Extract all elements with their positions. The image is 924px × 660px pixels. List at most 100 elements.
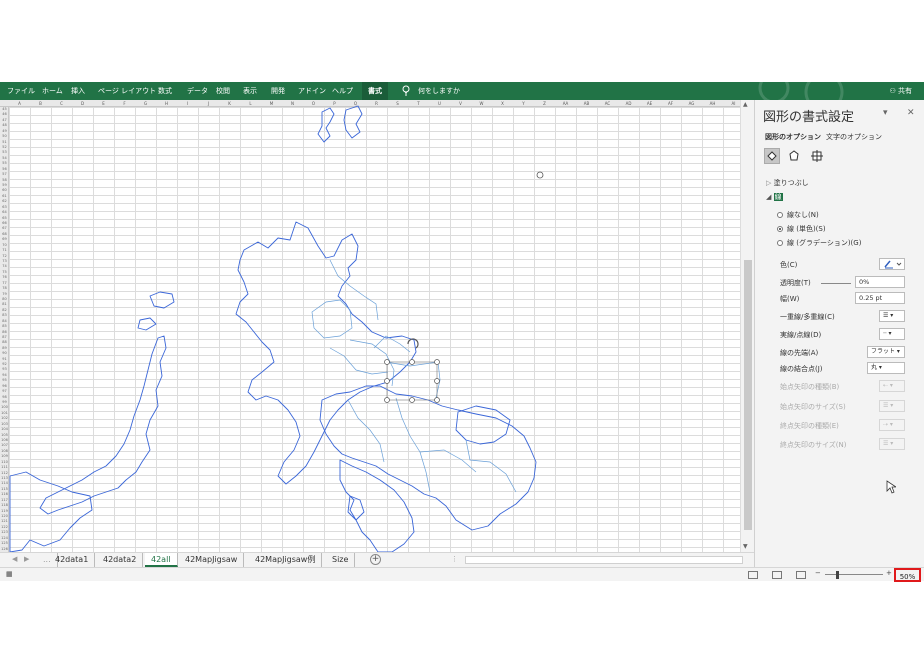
mouse-pointer-icon [886, 480, 896, 494]
compound-type-dropdown[interactable]: ☰ ▾ [879, 310, 905, 322]
sheet-tab-42mapjigsaw-example[interactable]: 42MapJigsaw例 [249, 553, 323, 567]
horizontal-scrollbar[interactable] [465, 556, 743, 564]
tab-shape-options[interactable]: 図形のオプション [765, 132, 821, 142]
tab-insert[interactable]: 挿入 [71, 82, 85, 100]
scroll-up-icon[interactable]: ▲ [743, 101, 748, 108]
zoom-level[interactable]: 50% [894, 568, 921, 582]
map-border-6 [347, 399, 385, 463]
dash-type-dropdown[interactable]: ┈ ▾ [879, 328, 905, 340]
line-color-picker[interactable] [879, 258, 905, 270]
pane-close-icon[interactable]: ✕ [907, 108, 915, 118]
dash-type-label: 実線/点線(D) [780, 331, 822, 339]
worksheet-area[interactable]: A B C D E F G H I J K L M N O P Q R S T U V W X Y Z AA AB AC AD AE AF AG… [0, 100, 754, 552]
radio-gradient-line[interactable]: 線 (グラデーション)(G) [777, 238, 861, 248]
sheet-tab-42all[interactable]: 42all [145, 553, 178, 567]
ribbon-decoration [758, 82, 844, 100]
tell-me-search[interactable]: 何をしますか [418, 82, 460, 100]
map-border-11 [329, 347, 357, 371]
vertical-scroll-thumb[interactable] [744, 260, 752, 530]
zoom-out-button[interactable]: − [815, 569, 821, 577]
sheet-tab-42mapjigsaw[interactable]: 42MapJigsaw [179, 553, 245, 567]
transparency-input[interactable]: 0% [855, 276, 905, 288]
transparency-slider[interactable] [821, 283, 851, 284]
cap-type-label: 線の先端(A) [780, 349, 819, 357]
map-island-north [317, 107, 335, 143]
end-arrow-type-dropdown[interactable]: ⇢ ▾ [879, 419, 905, 431]
pane-title: 図形の書式設定 [763, 110, 855, 125]
rotation-handle-offsheet[interactable] [536, 171, 544, 179]
sheet-tab-bar: ◀ ▶ ... 42data1 42data2 42all 42MapJigsa… [0, 552, 754, 567]
join-type-label: 線の結合点(J) [780, 365, 823, 373]
add-sheet-button[interactable]: + [370, 554, 381, 565]
vertical-scrollbar[interactable]: ▲ ▼ [740, 100, 754, 552]
zoom-slider-thumb[interactable] [836, 571, 839, 579]
tab-splitter-icon[interactable]: ⋮ [451, 555, 458, 563]
cap-type-dropdown[interactable]: フラット ▾ [867, 346, 905, 358]
map-border-7 [395, 397, 477, 473]
width-label: 幅(W) [780, 295, 800, 303]
map-border-1 [311, 299, 353, 339]
tab-help[interactable]: ヘルプ [332, 82, 353, 100]
map-south-coast [339, 459, 415, 552]
tab-formulas[interactable]: 数式 [158, 82, 172, 100]
end-arrow-size-dropdown[interactable]: ☰ ▾ [879, 438, 905, 450]
effects-icon[interactable] [786, 148, 802, 164]
tab-text-options[interactable]: 文字のオプション [826, 132, 882, 142]
tab-review[interactable]: 校閲 [216, 82, 230, 100]
tab-format[interactable]: 書式 [362, 82, 388, 100]
scroll-down-icon[interactable]: ▼ [743, 543, 748, 550]
zoom-slider-track[interactable] [825, 574, 883, 575]
page-layout-view-icon[interactable] [772, 571, 782, 579]
tab-view[interactable]: 表示 [243, 82, 257, 100]
compound-type-label: 一重線/多重線(C) [780, 313, 835, 321]
tab-home[interactable]: ホーム [42, 82, 63, 100]
tab-data[interactable]: データ [187, 82, 208, 100]
radio-no-line[interactable]: 線なし(N) [777, 210, 819, 220]
line-section-header[interactable]: ◢ 線 [766, 192, 783, 202]
map-border-2 [329, 259, 379, 321]
sheet-tab-size[interactable]: Size [326, 553, 356, 567]
size-properties-icon[interactable] [809, 148, 825, 164]
begin-arrow-type-label: 始点矢印の種類(B) [780, 383, 840, 391]
pen-color-icon [884, 260, 902, 269]
next-sheet-icon[interactable]: ▶ [24, 555, 29, 563]
sheet-tab-42data2[interactable]: 42data2 [97, 553, 144, 567]
ribbon-tab-bar: ファイル ホーム 挿入 ページ レイアウト 数式 データ 校閲 表示 開発 アド… [0, 82, 924, 100]
selection-box[interactable] [384, 338, 440, 403]
join-type-dropdown[interactable]: 丸 ▾ [867, 362, 905, 374]
page-break-view-icon[interactable] [796, 571, 806, 579]
chevron-right-icon: ▷ [766, 179, 774, 187]
begin-arrow-type-dropdown[interactable]: ⇠ ▾ [879, 380, 905, 392]
radio-solid-line-label: 線 (単色)(S) [787, 225, 826, 233]
rotate-icon [407, 338, 419, 349]
map-shape-group[interactable] [0, 100, 740, 552]
begin-arrow-size-dropdown[interactable]: ☰ ▾ [879, 400, 905, 412]
share-button[interactable]: ⚇ 共有 [889, 82, 912, 100]
join-type-value: 丸 [871, 364, 878, 371]
map-mainland-north [235, 221, 417, 485]
width-input[interactable]: 0.25 pt [855, 292, 905, 304]
tab-file[interactable]: ファイル [7, 82, 35, 100]
tab-addins[interactable]: アドイン [298, 82, 326, 100]
person-icon: ⚇ [889, 87, 896, 95]
chevron-down-icon: ◢ [766, 193, 774, 201]
sheet-tab-42data1[interactable]: 42data1 [49, 553, 96, 567]
format-shape-pane: 図形の書式設定 ▾ ✕ 図形のオプション 文字のオプション ▷ 塗りつぶし ◢ … [754, 100, 924, 567]
pane-options-chevron-icon[interactable]: ▾ [883, 108, 888, 118]
tab-developer[interactable]: 開発 [271, 82, 285, 100]
fill-section-header[interactable]: ▷ 塗りつぶし [766, 178, 809, 188]
prev-sheet-icon[interactable]: ◀ [12, 555, 17, 563]
macro-record-icon[interactable]: ▦ [6, 570, 13, 578]
end-arrow-size-label: 終点矢印のサイズ(N) [780, 441, 847, 449]
radio-solid-line[interactable]: 線 (単色)(S) [777, 224, 826, 234]
radio-no-line-label: 線なし(N) [787, 211, 819, 219]
map-peninsula-southwest [9, 471, 93, 552]
zoom-in-button[interactable]: + [886, 569, 892, 577]
normal-view-icon[interactable] [748, 571, 758, 579]
tab-page-layout[interactable]: ページ レイアウト [98, 82, 156, 100]
lightbulb-icon[interactable] [402, 82, 410, 100]
map-border-9 [465, 439, 517, 493]
map-border-10 [355, 369, 389, 375]
cap-type-value: フラット [871, 348, 896, 355]
fill-line-icon[interactable] [764, 148, 780, 164]
